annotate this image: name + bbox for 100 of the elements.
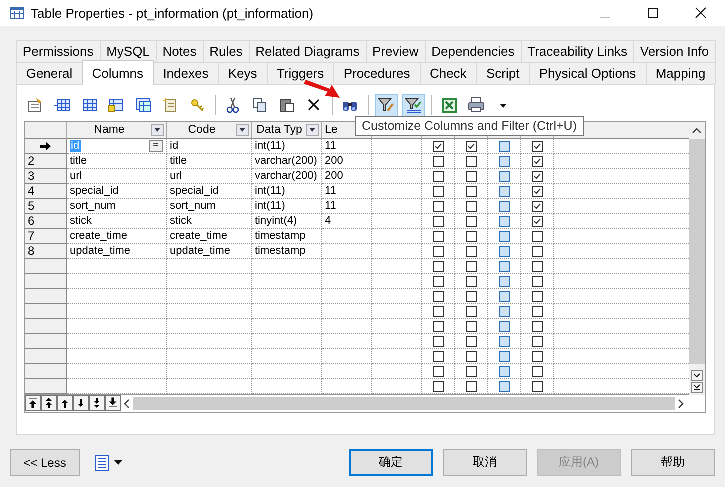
nav-button[interactable] — [25, 395, 41, 411]
checkbox[interactable] — [466, 290, 476, 302]
checkbox[interactable] — [532, 276, 542, 286]
checkbox[interactable] — [432, 140, 444, 152]
checkbox[interactable] — [432, 380, 444, 392]
filter-edit-icon[interactable] — [378, 96, 395, 114]
checkbox[interactable] — [466, 366, 476, 376]
checkbox[interactable] — [432, 200, 444, 212]
dialog-button[interactable]: << Less — [10, 449, 80, 476]
checkbox[interactable] — [466, 246, 476, 256]
dropdown-icon[interactable] — [306, 124, 319, 136]
checkbox[interactable] — [432, 290, 444, 302]
row-header[interactable] — [25, 139, 67, 154]
row-header[interactable]: 2 — [25, 154, 67, 169]
print-icon[interactable] — [468, 96, 485, 114]
close-icon[interactable] — [695, 7, 707, 19]
tab[interactable]: Traceability Links — [520, 40, 634, 62]
nav-button[interactable] — [89, 395, 105, 411]
scrollbar-thumb[interactable] — [133, 397, 675, 410]
scroll-down-icon[interactable] — [691, 370, 703, 381]
checkbox[interactable] — [532, 156, 542, 166]
column-header[interactable]: Code — [167, 122, 252, 139]
tab[interactable]: General — [16, 62, 83, 84]
checkbox[interactable] — [466, 216, 476, 226]
tab[interactable]: Related Diagrams — [248, 40, 367, 62]
scroll-left-icon[interactable] — [123, 398, 131, 408]
checkbox[interactable] — [532, 230, 542, 242]
checkbox[interactable] — [432, 320, 444, 332]
checkbox[interactable] — [432, 156, 444, 166]
checkbox[interactable] — [532, 290, 542, 302]
checkbox[interactable] — [466, 170, 476, 182]
row-header[interactable]: 7 — [25, 229, 67, 244]
checkbox[interactable] — [432, 186, 444, 196]
tab[interactable]: Physical Options — [529, 62, 647, 84]
nav-button[interactable] — [105, 395, 121, 411]
checkbox[interactable] — [466, 230, 476, 242]
column-header[interactable]: Name — [67, 122, 167, 139]
column-header[interactable]: Data Typ — [252, 122, 322, 139]
checkbox[interactable] — [532, 216, 542, 226]
scroll-right-icon[interactable] — [677, 398, 685, 408]
checkbox[interactable] — [432, 216, 444, 226]
checkbox[interactable] — [432, 336, 444, 346]
checkbox[interactable] — [466, 350, 476, 362]
properties-icon[interactable] — [27, 96, 44, 114]
add-row-icon[interactable] — [81, 96, 98, 114]
spreadsheet-icon[interactable] — [441, 96, 458, 114]
insert-row-icon[interactable] — [54, 96, 71, 114]
checkbox[interactable] — [532, 170, 542, 182]
dropdown-icon[interactable] — [236, 124, 249, 136]
nav-button[interactable] — [73, 395, 89, 411]
checkbox[interactable] — [532, 380, 542, 392]
add-column-icon[interactable] — [108, 96, 125, 114]
checkbox[interactable] — [466, 140, 476, 152]
nav-button[interactable] — [41, 395, 57, 411]
key-icon[interactable] — [189, 96, 206, 114]
checkbox[interactable] — [532, 140, 542, 152]
ellipsis-button[interactable]: = — [149, 140, 163, 152]
dialog-button[interactable]: 取消 — [443, 449, 527, 476]
document-icon[interactable] — [162, 96, 179, 114]
dropdown-icon[interactable] — [151, 124, 164, 136]
cut-icon[interactable] — [225, 96, 242, 114]
checkbox[interactable] — [432, 246, 444, 256]
checkbox[interactable] — [532, 306, 542, 316]
document-list-icon[interactable] — [94, 454, 110, 472]
dialog-button[interactable]: 确定 — [349, 449, 433, 476]
checkbox[interactable] — [432, 170, 444, 182]
checkbox[interactable] — [532, 366, 542, 376]
tab[interactable]: Version Info — [633, 40, 716, 62]
checkbox[interactable] — [466, 186, 476, 196]
checkbox[interactable] — [432, 350, 444, 362]
checkbox[interactable] — [466, 380, 476, 392]
dialog-button[interactable]: 帮助 — [631, 449, 715, 476]
tab[interactable]: Script — [476, 62, 530, 84]
checkbox[interactable] — [432, 366, 444, 376]
tab[interactable]: Columns — [82, 60, 154, 85]
scroll-up-icon[interactable] — [692, 126, 702, 134]
checkbox[interactable] — [432, 306, 444, 316]
checkbox[interactable] — [466, 320, 476, 332]
maximize-icon[interactable] — [647, 7, 659, 19]
row-header[interactable]: 8 — [25, 244, 67, 259]
scroll-to-end-icon[interactable] — [691, 382, 703, 393]
row-header[interactable]: 3 — [25, 169, 67, 184]
reuse-column-icon[interactable] — [135, 96, 152, 114]
checkbox[interactable] — [532, 246, 542, 256]
checkbox[interactable] — [432, 276, 444, 286]
checkbox[interactable] — [466, 306, 476, 316]
row-header[interactable]: 5 — [25, 199, 67, 214]
checkbox[interactable] — [466, 260, 476, 272]
checkbox[interactable] — [532, 200, 542, 212]
caret-icon[interactable] — [114, 460, 123, 466]
checkbox[interactable] — [532, 186, 542, 196]
tab[interactable]: MySQL — [100, 40, 157, 62]
tab[interactable]: Triggers — [266, 62, 334, 84]
nav-button[interactable] — [57, 395, 73, 411]
checkbox[interactable] — [466, 276, 476, 286]
tab[interactable]: Keys — [218, 62, 268, 84]
tab[interactable]: Permissions — [16, 40, 101, 62]
paste-icon[interactable] — [279, 96, 296, 114]
row-header[interactable]: 4 — [25, 184, 67, 199]
checkbox[interactable] — [532, 336, 542, 346]
